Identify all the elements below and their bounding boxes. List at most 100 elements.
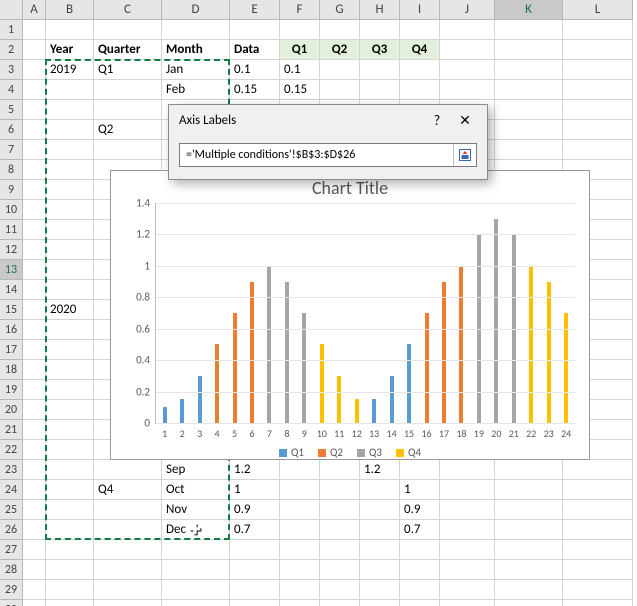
col-header-H[interactable]: H [360, 0, 400, 20]
cell-K6[interactable] [495, 120, 563, 140]
cell-L6[interactable] [563, 120, 633, 140]
cell-B25[interactable] [46, 500, 94, 520]
row-header-10[interactable]: 10 [0, 200, 23, 220]
bar[interactable] [372, 399, 376, 423]
cell-L25[interactable] [563, 500, 633, 520]
cell-A22[interactable] [23, 440, 46, 460]
cell-B23[interactable] [46, 460, 94, 480]
range-ref-edit[interactable] [179, 143, 477, 167]
cell-K23[interactable] [495, 460, 563, 480]
cell-B14[interactable] [46, 280, 94, 300]
col-header-A[interactable]: A [23, 0, 46, 20]
cell-I3[interactable] [400, 60, 440, 80]
bar-group[interactable]: 3 [191, 203, 208, 423]
bar-group[interactable]: 5 [226, 203, 243, 423]
cell-A29[interactable] [23, 580, 46, 600]
bar[interactable] [320, 344, 324, 423]
cell-L24[interactable] [563, 480, 633, 500]
bar[interactable] [337, 376, 341, 423]
cell-D24[interactable]: Oct [162, 480, 230, 500]
cell-A26[interactable] [23, 520, 46, 540]
cell-J1[interactable] [440, 20, 495, 40]
cell-L5[interactable] [563, 100, 633, 120]
cell-A17[interactable] [23, 340, 46, 360]
cell-L7[interactable] [563, 140, 633, 160]
cell-A13[interactable] [23, 260, 46, 280]
cell-B2[interactable]: Year [46, 40, 94, 60]
bar-group[interactable]: 24 [557, 203, 574, 423]
bar[interactable] [390, 376, 394, 423]
cell-I26[interactable]: 0.7 [400, 520, 440, 540]
cell-B21[interactable] [46, 420, 94, 440]
row-header-11[interactable]: 11 [0, 220, 23, 240]
cell-B13[interactable] [46, 260, 94, 280]
cell-B29[interactable] [46, 580, 94, 600]
cell-K27[interactable] [495, 540, 563, 560]
cell-B9[interactable] [46, 180, 94, 200]
cell-A23[interactable] [23, 460, 46, 480]
cell-A10[interactable] [23, 200, 46, 220]
cell-B28[interactable] [46, 560, 94, 580]
cell-L4[interactable] [563, 80, 633, 100]
cell-H25[interactable] [360, 500, 400, 520]
cell-B3[interactable]: 2019 [46, 60, 94, 80]
cell-B26[interactable] [46, 520, 94, 540]
cell-A20[interactable] [23, 400, 46, 420]
cell-E24[interactable]: 1 [230, 480, 280, 500]
cell-J23[interactable] [440, 460, 495, 480]
cell-G3[interactable] [320, 60, 360, 80]
cell-B4[interactable] [46, 80, 94, 100]
cell-J30[interactable] [440, 600, 495, 606]
bar[interactable] [285, 282, 289, 423]
cell-C1[interactable] [94, 20, 162, 40]
cell-J26[interactable] [440, 520, 495, 540]
cell-L29[interactable] [563, 580, 633, 600]
cell-E2[interactable]: Data [230, 40, 280, 60]
row-header-7[interactable]: 7 [0, 140, 23, 160]
cell-G26[interactable] [320, 520, 360, 540]
cell-J27[interactable] [440, 540, 495, 560]
cell-H27[interactable] [360, 540, 400, 560]
row-header-17[interactable]: 17 [0, 340, 23, 360]
legend-item[interactable]: Q3 [357, 446, 382, 459]
cell-F25[interactable] [280, 500, 320, 520]
cell-D2[interactable]: Month [162, 40, 230, 60]
cell-K30[interactable] [495, 600, 563, 606]
cell-C23[interactable] [94, 460, 162, 480]
bar-group[interactable]: 7 [261, 203, 278, 423]
bar-group[interactable]: 13 [365, 203, 382, 423]
cell-K2[interactable] [495, 40, 563, 60]
bar[interactable] [355, 399, 359, 423]
cell-B17[interactable] [46, 340, 94, 360]
bar-group[interactable]: 1 [156, 203, 173, 423]
legend-item[interactable]: Q2 [318, 446, 343, 459]
col-header-J[interactable]: J [440, 0, 495, 20]
cell-L23[interactable] [563, 460, 633, 480]
row-header-23[interactable]: 23 [0, 460, 23, 480]
cell-C6[interactable]: Q2 [94, 120, 162, 140]
cell-D30[interactable] [162, 600, 230, 606]
cell-A12[interactable] [23, 240, 46, 260]
cell-E30[interactable] [230, 600, 280, 606]
cell-E3[interactable]: 0.1 [230, 60, 280, 80]
row-header-25[interactable]: 25 [0, 500, 23, 520]
row-header-13[interactable]: 13 [0, 260, 23, 280]
cell-A1[interactable] [23, 20, 46, 40]
cell-B24[interactable] [46, 480, 94, 500]
cell-I24[interactable]: 1 [400, 480, 440, 500]
cell-C25[interactable] [94, 500, 162, 520]
cell-J24[interactable] [440, 480, 495, 500]
bar[interactable] [442, 282, 446, 423]
bar-group[interactable]: 23 [540, 203, 557, 423]
cell-I2[interactable]: Q4 [400, 40, 440, 60]
cell-A14[interactable] [23, 280, 46, 300]
cell-H3[interactable] [360, 60, 400, 80]
bar[interactable] [459, 266, 463, 423]
row-header-4[interactable]: 4 [0, 80, 23, 100]
axis-labels-dialog[interactable]: Axis Labels ? ✕ [168, 104, 488, 180]
row-header-16[interactable]: 16 [0, 320, 23, 340]
col-header-C[interactable]: C [94, 0, 162, 20]
cell-H24[interactable] [360, 480, 400, 500]
col-header-K[interactable]: K [495, 0, 563, 20]
cell-D28[interactable] [162, 560, 230, 580]
